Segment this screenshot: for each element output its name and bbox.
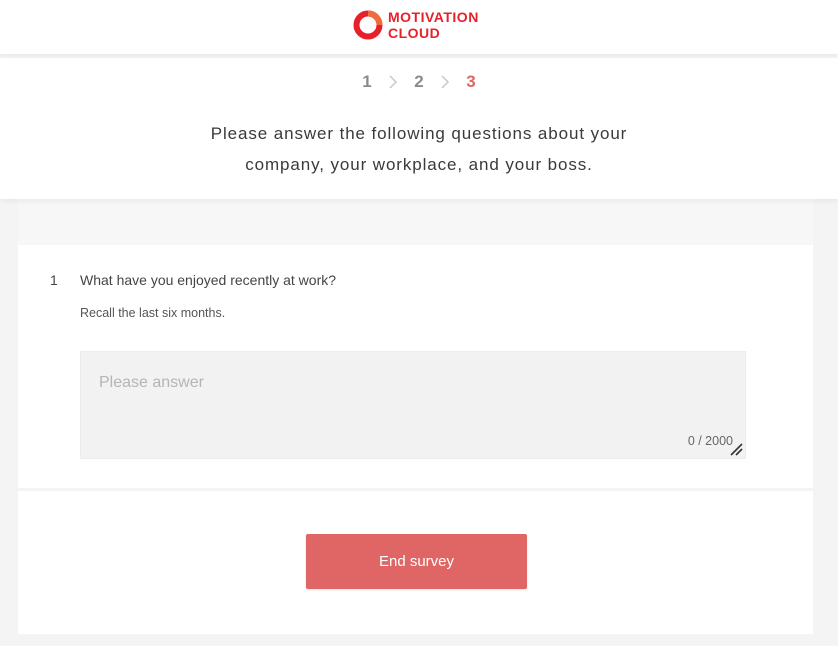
step-1: 1	[362, 72, 372, 91]
question-subtitle: Recall the last six months.	[80, 306, 226, 320]
survey-footer: End survey	[18, 491, 813, 634]
panel-header-strip	[18, 199, 813, 245]
answer-field-container: 0 / 2000	[80, 351, 746, 459]
chevron-right-icon	[382, 74, 404, 90]
step-2: 2	[414, 72, 424, 91]
motivation-cloud-logo[interactable]: MOTIVATION CLOUD	[352, 9, 479, 41]
step-3-current: 3	[466, 72, 476, 91]
intro-instructions: Please answer the following questions ab…	[0, 118, 838, 180]
intro-line-2: company, your workplace, and your boss.	[245, 155, 593, 174]
logo-line-1: MOTIVATION	[388, 9, 479, 25]
intro-line-1: Please answer the following questions ab…	[210, 124, 628, 143]
intro-section: 1 2 3 Please answer the following questi…	[0, 58, 838, 199]
resize-handle-icon[interactable]	[727, 440, 743, 456]
logo-ring-icon	[353, 10, 383, 40]
end-survey-button[interactable]: End survey	[306, 534, 527, 589]
step-indicator: 1 2 3	[0, 72, 838, 92]
question-number: 1	[50, 272, 58, 288]
question-title: What have you enjoyed recently at work?	[80, 272, 337, 288]
answer-textarea[interactable]	[81, 352, 745, 458]
logo-wordmark: MOTIVATION CLOUD	[388, 9, 479, 41]
site-header: MOTIVATION CLOUD	[0, 0, 838, 54]
logo-line-2: CLOUD	[388, 25, 441, 41]
question-card: 1 What have you enjoyed recently at work…	[18, 245, 813, 488]
chevron-right-icon	[434, 74, 456, 90]
